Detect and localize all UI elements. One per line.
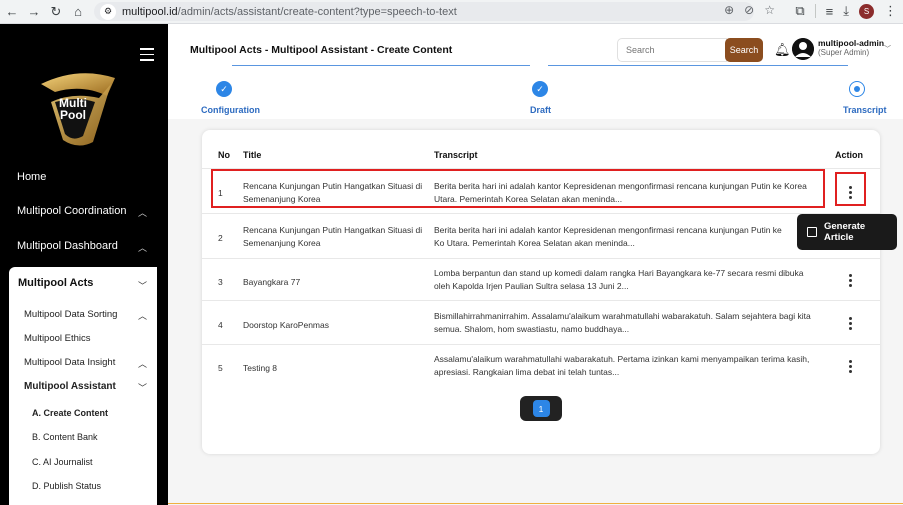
table-header-title: Title (243, 150, 262, 160)
edit-icon (807, 227, 817, 237)
sidebar-item-data-sorting[interactable]: Multipool Data Sorting (24, 309, 117, 320)
sidebar-item-home[interactable]: Home (17, 171, 46, 183)
row-no: 4 (218, 320, 223, 330)
browser-toolbar: ← → ↻ ⌂ ⚙ multipool.id/admin/acts/assist… (0, 0, 903, 24)
generate-article-label: Generate Article (824, 221, 866, 243)
row-transcript: Lomba berpantun dan stand up komedi dala… (434, 268, 804, 291)
row-divider (202, 300, 880, 301)
step-check-icon: ✓ (216, 81, 232, 97)
user-menu-chevron-icon[interactable]: ﹀ (884, 44, 891, 54)
hamburger-menu-icon[interactable] (140, 48, 154, 65)
step-connector (232, 65, 530, 66)
row-divider (202, 344, 880, 345)
reload-icon[interactable]: ↻ (46, 2, 66, 22)
sidebar-item-assistant[interactable]: Multipool Assistant (24, 381, 116, 392)
more-actions-icon[interactable] (845, 274, 855, 289)
back-icon[interactable]: ← (2, 2, 22, 22)
row-transcript: Bismillahirrahmanirrahim. Assalamu'alaik… (434, 311, 811, 334)
sidebar: Multi Pool Home Multipool Coordination ︿… (0, 24, 168, 505)
chevron-up-icon[interactable]: ︿ (138, 309, 147, 322)
page-title: Multipool Acts - Multipool Assistant - C… (190, 44, 453, 56)
row-title: Doorstop KaroPenmas (243, 320, 329, 330)
logo-text: Multi Pool (44, 97, 114, 121)
row-title: Rencana Kunjungan Putin Hangatkan Situas… (243, 225, 423, 248)
sidebar-item-acts[interactable]: Multipool Acts (18, 277, 93, 289)
sidebar-item-coordination[interactable]: Multipool Coordination (17, 205, 126, 217)
row-transcript: Assalamu'alaikum warahmatullahi wabaraka… (434, 354, 810, 377)
bottom-divider (168, 503, 903, 504)
chevron-down-icon[interactable]: ﹀ (138, 279, 147, 292)
address-bar[interactable]: ⚙ multipool.id/admin/acts/assistant/crea… (94, 2, 754, 21)
extensions-icon[interactable]: ⧉ (795, 3, 804, 19)
step-label-transcript: Transcript (843, 105, 887, 115)
url-host: multipool.id (122, 5, 178, 18)
row-no: 2 (218, 233, 223, 243)
row-title: Bayangkara 77 (243, 277, 301, 287)
chevron-down-icon[interactable]: ﹀ (138, 381, 147, 394)
forward-icon[interactable]: → (24, 2, 44, 22)
toolbar-divider (814, 4, 816, 18)
step-label-draft: Draft (530, 105, 552, 115)
user-name: multipool-admin (818, 38, 885, 48)
row-divider (202, 258, 880, 259)
row-divider (202, 213, 880, 214)
sidebar-item-ethics[interactable]: Multipool Ethics (24, 333, 91, 344)
row-transcript: Berita berita hari ini adalah kantor Kep… (434, 225, 782, 248)
sidebar-item-data-insight[interactable]: Multipool Data Insight (24, 357, 115, 368)
pagination: 1 (520, 396, 562, 421)
chevron-up-icon[interactable]: ︿ (138, 206, 147, 219)
highlight-box-action (835, 172, 866, 206)
user-role: (Super Admin) (818, 48, 870, 57)
download-icon[interactable]: ⤓ (843, 3, 849, 19)
chevron-up-icon[interactable]: ︿ (138, 241, 147, 254)
row-no: 3 (218, 277, 223, 287)
more-actions-icon[interactable] (845, 317, 855, 332)
chevron-up-icon[interactable]: ︿ (138, 357, 147, 370)
highlight-box-row (211, 169, 825, 208)
sidebar-subitem-ai-journalist[interactable]: C. AI Journalist (32, 457, 93, 467)
sidebar-subitem-content-bank[interactable]: B. Content Bank (32, 432, 98, 442)
star-icon[interactable]: ☆ (764, 3, 775, 17)
reading-list-icon[interactable]: ≡ (826, 4, 834, 19)
row-no: 5 (218, 363, 223, 373)
bell-icon[interactable]: 🔔︎ (774, 42, 791, 58)
search-input[interactable] (617, 38, 727, 62)
step-label-configuration: Configuration (201, 105, 260, 115)
step-connector (548, 65, 848, 66)
profile-avatar[interactable]: S (859, 3, 874, 19)
table-header-no: No (218, 150, 230, 160)
home-icon[interactable]: ⌂ (68, 2, 88, 22)
search-button[interactable]: Search (725, 38, 763, 62)
sidebar-subitem-create-content[interactable]: A. Create Content (32, 408, 108, 418)
table-header-action: Action (835, 150, 863, 160)
eye-off-icon[interactable]: ⊘ (744, 3, 754, 17)
site-info-icon[interactable]: ⚙ (100, 3, 116, 20)
sidebar-subitem-publish-status[interactable]: D. Publish Status (32, 481, 101, 491)
row-title: Testing 8 (243, 363, 278, 373)
table-header-transcript: Transcript (434, 150, 478, 160)
avatar[interactable] (792, 38, 814, 60)
step-check-icon: ✓ (532, 81, 548, 97)
sidebar-group-acts: Multipool Acts ﹀ Multipool Data Sorting … (9, 267, 157, 505)
page-button[interactable]: 1 (532, 400, 550, 417)
step-current-icon (849, 81, 865, 97)
url-path: /admin/acts/assistant/create-content?typ… (177, 5, 457, 18)
zoom-icon[interactable]: ⊕ (724, 3, 734, 17)
more-actions-icon[interactable] (845, 360, 855, 375)
generate-article-button[interactable]: Generate Article (797, 214, 897, 250)
logo-line2: Pool (60, 108, 86, 122)
header: Multipool Acts - Multipool Assistant - C… (168, 24, 903, 74)
more-menu-icon[interactable]: ⋮ (884, 3, 897, 19)
sidebar-item-dashboard[interactable]: Multipool Dashboard (17, 240, 118, 252)
